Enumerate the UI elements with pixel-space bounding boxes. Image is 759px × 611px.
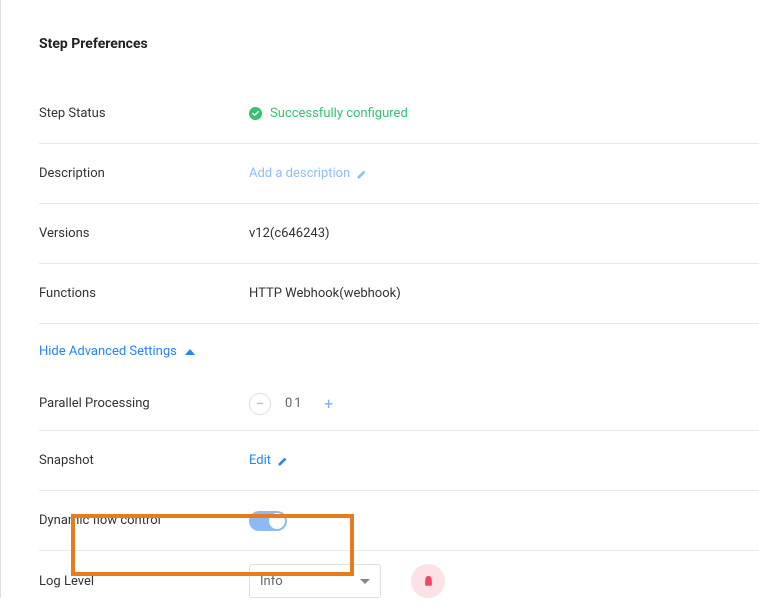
- row-snapshot: Snapshot Edit: [39, 431, 759, 491]
- advanced-settings-toggle[interactable]: Hide Advanced Settings: [39, 324, 759, 377]
- add-description-link[interactable]: Add a description: [249, 166, 350, 181]
- edit-snapshot-link[interactable]: Edit: [249, 453, 271, 468]
- row-parallel-processing: Parallel Processing − 01 +: [39, 377, 759, 431]
- label-parallel: Parallel Processing: [39, 396, 249, 411]
- pencil-icon[interactable]: [277, 455, 289, 467]
- row-step-status: Step Status Successfully configured: [39, 84, 759, 144]
- row-log-level: Log Level Info: [39, 551, 759, 611]
- pencil-icon[interactable]: [356, 168, 368, 180]
- label-log-level: Log Level: [39, 574, 249, 589]
- lock-button[interactable]: [411, 564, 445, 598]
- advanced-toggle-label: Hide Advanced Settings: [39, 344, 177, 359]
- row-description: Description Add a description: [39, 144, 759, 204]
- toggle-knob: [269, 513, 285, 529]
- label-versions: Versions: [39, 226, 249, 241]
- page-title: Step Preferences: [39, 36, 759, 52]
- chevron-down-icon: [360, 579, 370, 584]
- status-value: Successfully configured: [270, 106, 408, 121]
- row-versions: Versions v12(c646243): [39, 204, 759, 264]
- stepper-value: 01: [285, 396, 304, 411]
- dynamic-flow-toggle[interactable]: [249, 511, 287, 531]
- lock-icon: [422, 575, 435, 588]
- caret-up-icon: [185, 349, 195, 355]
- label-functions: Functions: [39, 286, 249, 301]
- stepper-increment[interactable]: +: [318, 393, 340, 415]
- log-level-selected: Info: [260, 574, 283, 589]
- check-circle-icon: [249, 107, 262, 120]
- functions-value: HTTP Webhook(webhook): [249, 286, 401, 301]
- versions-value: v12(c646243): [249, 226, 330, 241]
- row-dynamic-flow: Dynamic flow control: [39, 491, 759, 551]
- label-dynamic-flow: Dynamic flow control: [39, 513, 249, 528]
- row-functions: Functions HTTP Webhook(webhook): [39, 264, 759, 324]
- label-snapshot: Snapshot: [39, 453, 249, 468]
- label-description: Description: [39, 166, 249, 181]
- stepper-decrement[interactable]: −: [249, 393, 271, 415]
- log-level-select[interactable]: Info: [249, 564, 381, 598]
- label-step-status: Step Status: [39, 106, 249, 121]
- quantity-stepper: − 01 +: [249, 393, 340, 415]
